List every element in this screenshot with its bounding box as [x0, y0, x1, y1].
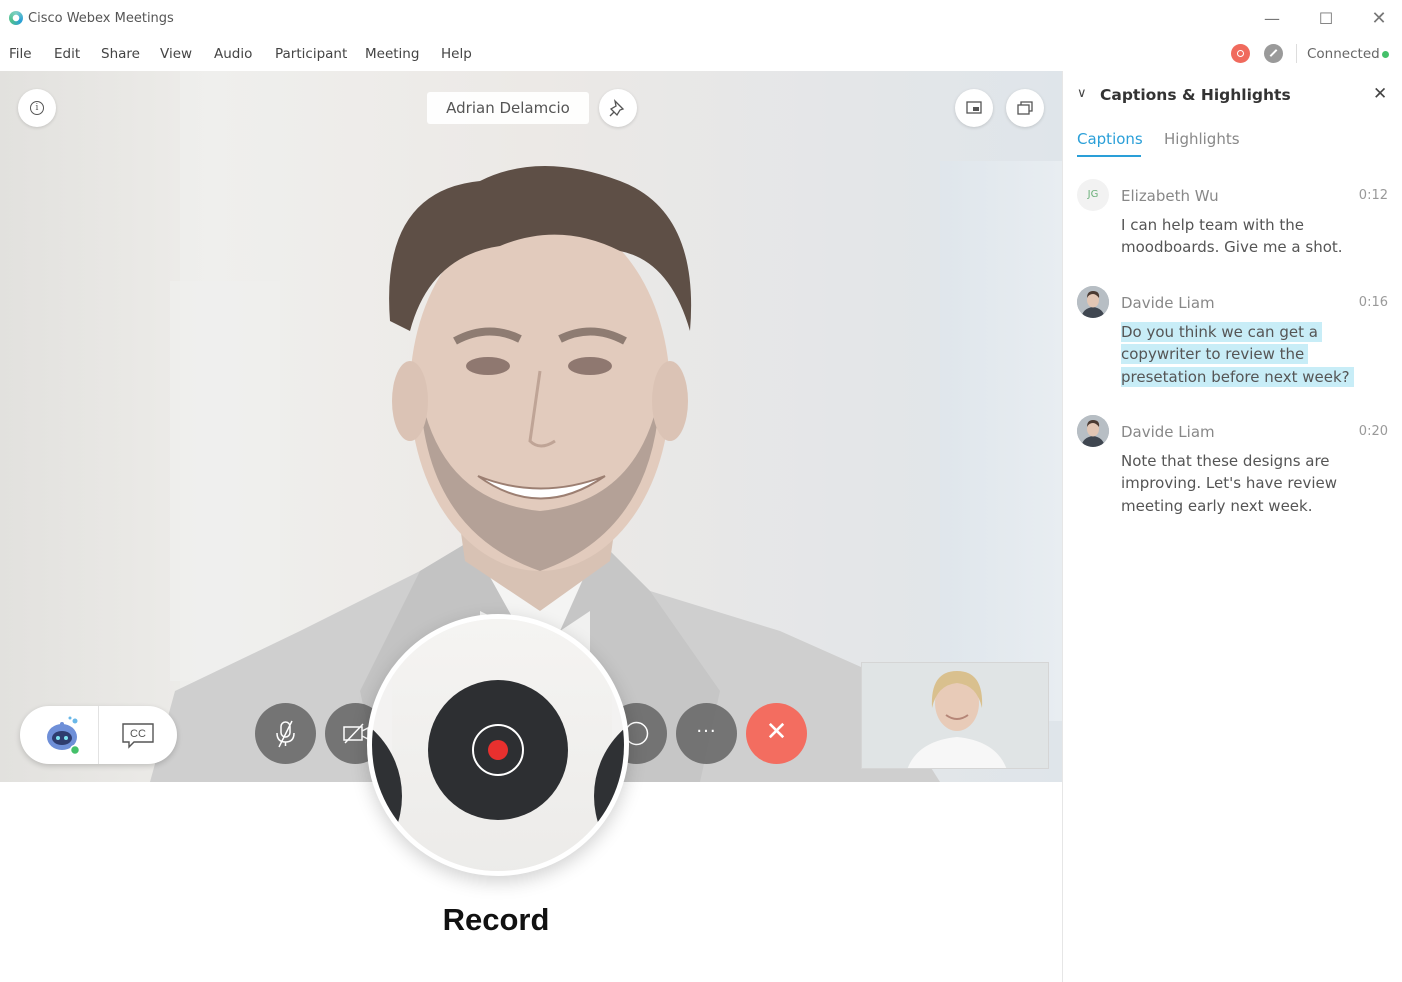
menu-bar: File Edit Share View Audio Participant M… — [0, 38, 1402, 71]
menu-view[interactable]: View — [160, 46, 192, 62]
layout-icon — [1017, 101, 1033, 115]
window-title: Cisco Webex Meetings — [28, 11, 174, 26]
avatar — [1077, 286, 1109, 318]
menu-divider — [1296, 44, 1297, 63]
avatar-photo-image — [1077, 286, 1109, 318]
pip-icon — [966, 101, 982, 114]
close-panel-button[interactable]: ✕ — [1373, 84, 1387, 104]
pill-divider — [98, 706, 99, 764]
avatar-photo-image — [1077, 415, 1109, 447]
active-tab-indicator — [1077, 155, 1141, 157]
panel-title: Captions & Highlights — [1100, 86, 1291, 104]
speaker-name-tag: Adrian Delamcio — [427, 92, 589, 124]
caption-text-highlighted: Do you think we can get a copywriter to … — [1121, 322, 1354, 387]
connection-status: Connected — [1307, 46, 1380, 62]
caption-text-content: Note that these designs are improving. L… — [1121, 452, 1338, 515]
menu-meeting[interactable]: Meeting — [365, 46, 419, 62]
menu-audio[interactable]: Audio — [214, 46, 252, 62]
connected-indicator-icon — [1382, 51, 1389, 58]
picture-in-picture-button[interactable] — [955, 89, 993, 127]
record-icon — [472, 724, 524, 776]
change-layout-button[interactable] — [1006, 89, 1044, 127]
record-magnifier — [367, 614, 629, 876]
lock-status-icon[interactable] — [1264, 44, 1283, 63]
minimize-button[interactable]: — — [1257, 6, 1287, 32]
close-window-button[interactable]: ✕ — [1364, 6, 1394, 32]
menu-share[interactable]: Share — [101, 46, 140, 62]
avatar — [1077, 415, 1109, 447]
collapse-panel-chevron-icon[interactable]: ∨ — [1077, 86, 1087, 101]
caption-text-content: I can help team with the moodboards. Giv… — [1121, 216, 1343, 257]
meeting-info-button[interactable]: i — [18, 89, 56, 127]
info-icon: i — [30, 101, 44, 115]
webex-logo-icon — [9, 11, 23, 25]
caption-timestamp: 0:16 — [1358, 295, 1388, 310]
avatar: JG — [1077, 179, 1109, 211]
cc-label: CC — [130, 728, 146, 740]
caption-timestamp: 0:12 — [1358, 188, 1388, 203]
record-button[interactable] — [428, 680, 568, 820]
tab-highlights[interactable]: Highlights — [1164, 130, 1240, 148]
caption-text: I can help team with the moodboards. Giv… — [1121, 214, 1391, 259]
record-dot — [488, 740, 508, 760]
tab-captions[interactable]: Captions — [1077, 130, 1143, 148]
caption-timestamp: 0:20 — [1358, 424, 1388, 439]
closed-captions-icon[interactable]: CC — [120, 721, 156, 749]
more-options-button[interactable]: ··· — [676, 703, 737, 764]
end-meeting-button[interactable]: ✕ — [746, 703, 807, 764]
self-view-video[interactable] — [861, 662, 1049, 769]
self-view-image — [862, 663, 1048, 768]
pin-speaker-button[interactable] — [599, 89, 637, 127]
caption-text: Do you think we can get a copywriter to … — [1121, 321, 1389, 388]
caption-speaker: Davide Liam — [1121, 423, 1215, 441]
mute-button[interactable] — [255, 703, 316, 764]
microphone-muted-icon — [276, 720, 295, 748]
menu-help[interactable]: Help — [441, 46, 472, 62]
title-bar: Cisco Webex Meetings — ☐ ✕ — [0, 0, 1402, 38]
menu-file[interactable]: File — [9, 46, 32, 62]
close-icon: ✕ — [765, 717, 788, 747]
caption-speaker: Davide Liam — [1121, 294, 1215, 312]
caption-text: Note that these designs are improving. L… — [1121, 450, 1391, 517]
more-icon: ··· — [696, 721, 717, 742]
pin-icon — [609, 99, 625, 117]
recording-status-icon[interactable] — [1231, 44, 1250, 63]
maximize-button[interactable]: ☐ — [1311, 6, 1341, 32]
webex-assistant-icon[interactable] — [42, 715, 82, 755]
menu-participant[interactable]: Participant — [275, 46, 347, 62]
caption-speaker: Elizabeth Wu — [1121, 187, 1219, 205]
record-callout-label: Record — [442, 902, 550, 937]
menu-edit[interactable]: Edit — [54, 46, 80, 62]
captions-panel — [1062, 71, 1402, 982]
